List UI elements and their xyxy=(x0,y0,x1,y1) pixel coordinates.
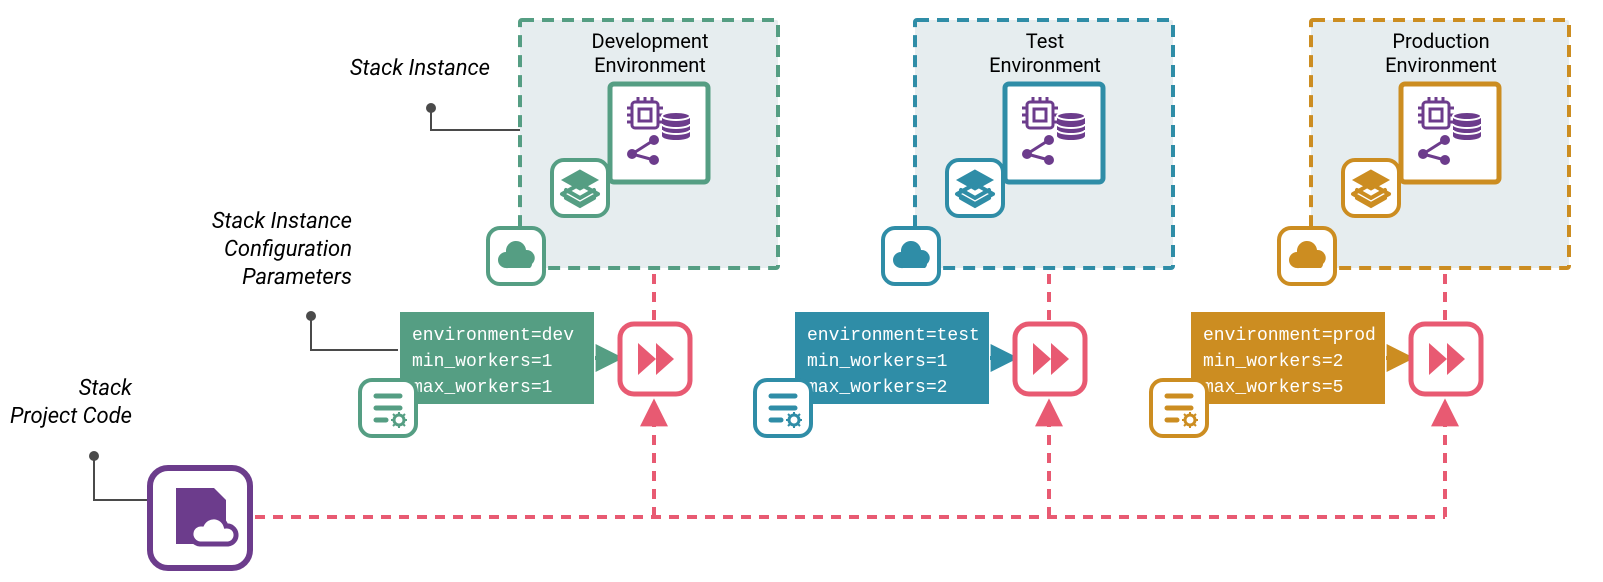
config-file-icon xyxy=(360,380,416,436)
config-box-prod: environment=prod min_workers=2 max_worke… xyxy=(1191,312,1385,404)
svg-text:Parameters: Parameters xyxy=(242,265,352,290)
cloud-icon xyxy=(883,228,939,284)
svg-text:max_workers=2: max_workers=2 xyxy=(807,378,947,398)
config-file-icon xyxy=(1151,380,1207,436)
svg-text:Project Code: Project Code xyxy=(10,404,132,429)
svg-text:environment=test: environment=test xyxy=(807,326,980,346)
cloud-icon xyxy=(488,228,544,284)
label-stack-config: Stack Instance Configuration Parameters xyxy=(212,209,398,350)
svg-text:Test: Test xyxy=(1026,29,1064,53)
svg-text:Environment: Environment xyxy=(989,53,1101,77)
env-test: Test Environment environment=test min_wo… xyxy=(755,20,1173,436)
svg-text:environment=prod: environment=prod xyxy=(1203,326,1376,346)
stack-instance-box xyxy=(1005,84,1103,182)
stack-instance-box xyxy=(610,84,708,182)
stack-instance-box xyxy=(1401,84,1499,182)
config-box-dev: environment=dev min_workers=1 max_worker… xyxy=(400,312,594,404)
run-box-dev xyxy=(620,324,690,394)
svg-text:min_workers=2: min_workers=2 xyxy=(1203,352,1343,372)
project-code-box xyxy=(150,468,250,568)
svg-text:Production: Production xyxy=(1392,29,1489,53)
svg-text:environment=dev: environment=dev xyxy=(412,326,574,346)
run-box-prod xyxy=(1411,324,1481,394)
label-project-code: Stack Project Code xyxy=(10,376,150,500)
layers-icon xyxy=(947,160,1003,216)
layers-icon xyxy=(552,160,608,216)
svg-text:Stack Instance: Stack Instance xyxy=(212,209,352,234)
svg-text:Environment: Environment xyxy=(594,53,706,77)
svg-text:max_workers=5: max_workers=5 xyxy=(1203,378,1343,398)
svg-text:Stack: Stack xyxy=(79,376,133,401)
project-code-connector xyxy=(255,404,1445,517)
svg-text:Stack Instance: Stack Instance xyxy=(350,56,490,81)
svg-text:max_workers=1: max_workers=1 xyxy=(412,378,552,398)
svg-text:Environment: Environment xyxy=(1385,53,1497,77)
env-dev: Development Environment environment=dev … xyxy=(360,20,778,436)
run-box-test xyxy=(1015,324,1085,394)
svg-text:min_workers=1: min_workers=1 xyxy=(412,352,552,372)
config-box-test: environment=test min_workers=1 max_worke… xyxy=(795,312,989,404)
cloud-icon xyxy=(1279,228,1335,284)
svg-text:Configuration: Configuration xyxy=(224,237,352,262)
config-file-icon xyxy=(755,380,811,436)
svg-text:Development: Development xyxy=(591,29,708,53)
svg-text:min_workers=1: min_workers=1 xyxy=(807,352,947,372)
layers-icon xyxy=(1343,160,1399,216)
env-prod: Production Environment environment=prod … xyxy=(1151,20,1569,436)
